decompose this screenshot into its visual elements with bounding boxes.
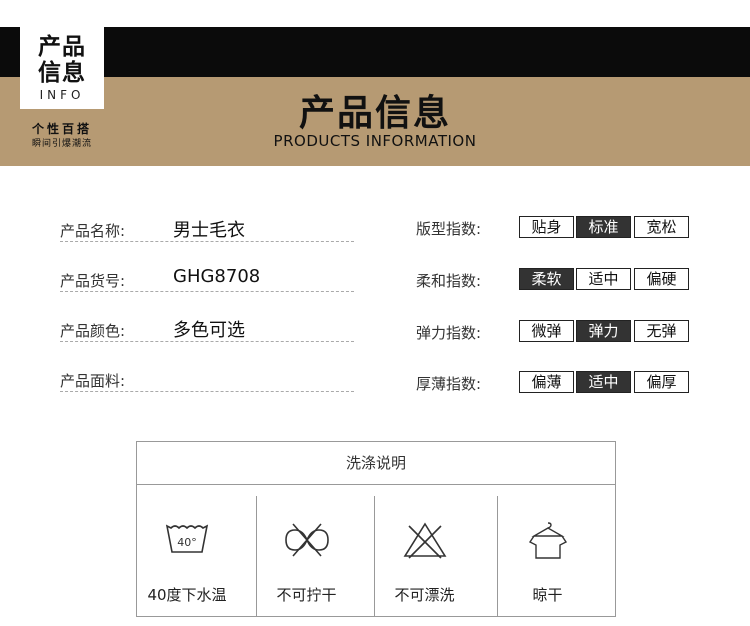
info-label: 产品货号: [60, 272, 126, 290]
index-label: 厚薄指数: [416, 375, 482, 393]
wash-label: 不可漂洗 [394, 586, 455, 604]
index-row-elasticity: 弹力指数: 微弹 弹力 无弹 [416, 320, 706, 344]
index-row-softness: 柔和指数: 柔软 适中 偏硬 [416, 268, 706, 292]
wash-label: 晾干 [532, 586, 563, 604]
banner-top-band [0, 27, 750, 77]
index-option: 无弹 [634, 320, 689, 342]
info-row-sku: 产品货号: GHG8708 [60, 264, 354, 292]
index-option: 适中 [576, 268, 631, 290]
page-title: 产品信息 [298, 93, 451, 134]
wash-item: 晾干 [497, 496, 597, 616]
hang-dry-icon [528, 522, 568, 559]
logo-line-1: 产品 [38, 34, 86, 60]
info-row-color: 产品颜色: 多色可选 [60, 314, 354, 342]
index-option: 偏薄 [519, 371, 574, 393]
info-label: 产品颜色: [60, 322, 126, 340]
index-option: 弹力 [576, 320, 631, 342]
info-value: 多色可选 [173, 320, 245, 341]
info-row-name: 产品名称: 男士毛衣 [60, 214, 354, 242]
washing-title: 洗涤说明 [137, 442, 615, 485]
wash-40-icon: 40° [165, 524, 209, 553]
index-option: 微弹 [519, 320, 574, 342]
index-row-fit: 版型指数: 贴身 标准 宽松 [416, 216, 706, 240]
no-bleach-icon [403, 522, 447, 559]
index-option: 柔软 [519, 268, 574, 290]
info-row-fabric: 产品面料: [60, 364, 354, 392]
index-option: 偏硬 [634, 268, 689, 290]
info-label: 产品名称: [60, 222, 126, 240]
index-label: 柔和指数: [416, 272, 482, 290]
wash-item: 40° 40度下水温 [137, 496, 237, 616]
wash-temp: 40° [177, 536, 197, 549]
wash-label: 40度下水温 [147, 586, 227, 604]
index-row-thickness: 厚薄指数: 偏薄 适中 偏厚 [416, 371, 706, 395]
info-value: 男士毛衣 [173, 220, 245, 241]
wash-label: 不可拧干 [276, 586, 337, 604]
wash-item: 不可拧干 [256, 496, 356, 616]
index-option: 偏厚 [634, 371, 689, 393]
index-label: 弹力指数: [416, 324, 482, 342]
index-option: 适中 [576, 371, 631, 393]
page-subtitle: PRODUCTS INFORMATION [273, 132, 477, 150]
index-option: 标准 [576, 216, 631, 238]
washing-instructions: 洗涤说明 40° 40度下水温 不可拧干 不可漂洗 晾干 [136, 441, 616, 617]
index-option: 贴身 [519, 216, 574, 238]
index-option: 宽松 [634, 216, 689, 238]
no-wring-icon [285, 523, 329, 557]
info-label: 产品面料: [60, 372, 126, 390]
wash-item: 不可漂洗 [374, 496, 474, 616]
index-label: 版型指数: [416, 220, 482, 238]
info-value: GHG8708 [173, 266, 261, 287]
logo-line-2: 信息 [38, 60, 86, 86]
